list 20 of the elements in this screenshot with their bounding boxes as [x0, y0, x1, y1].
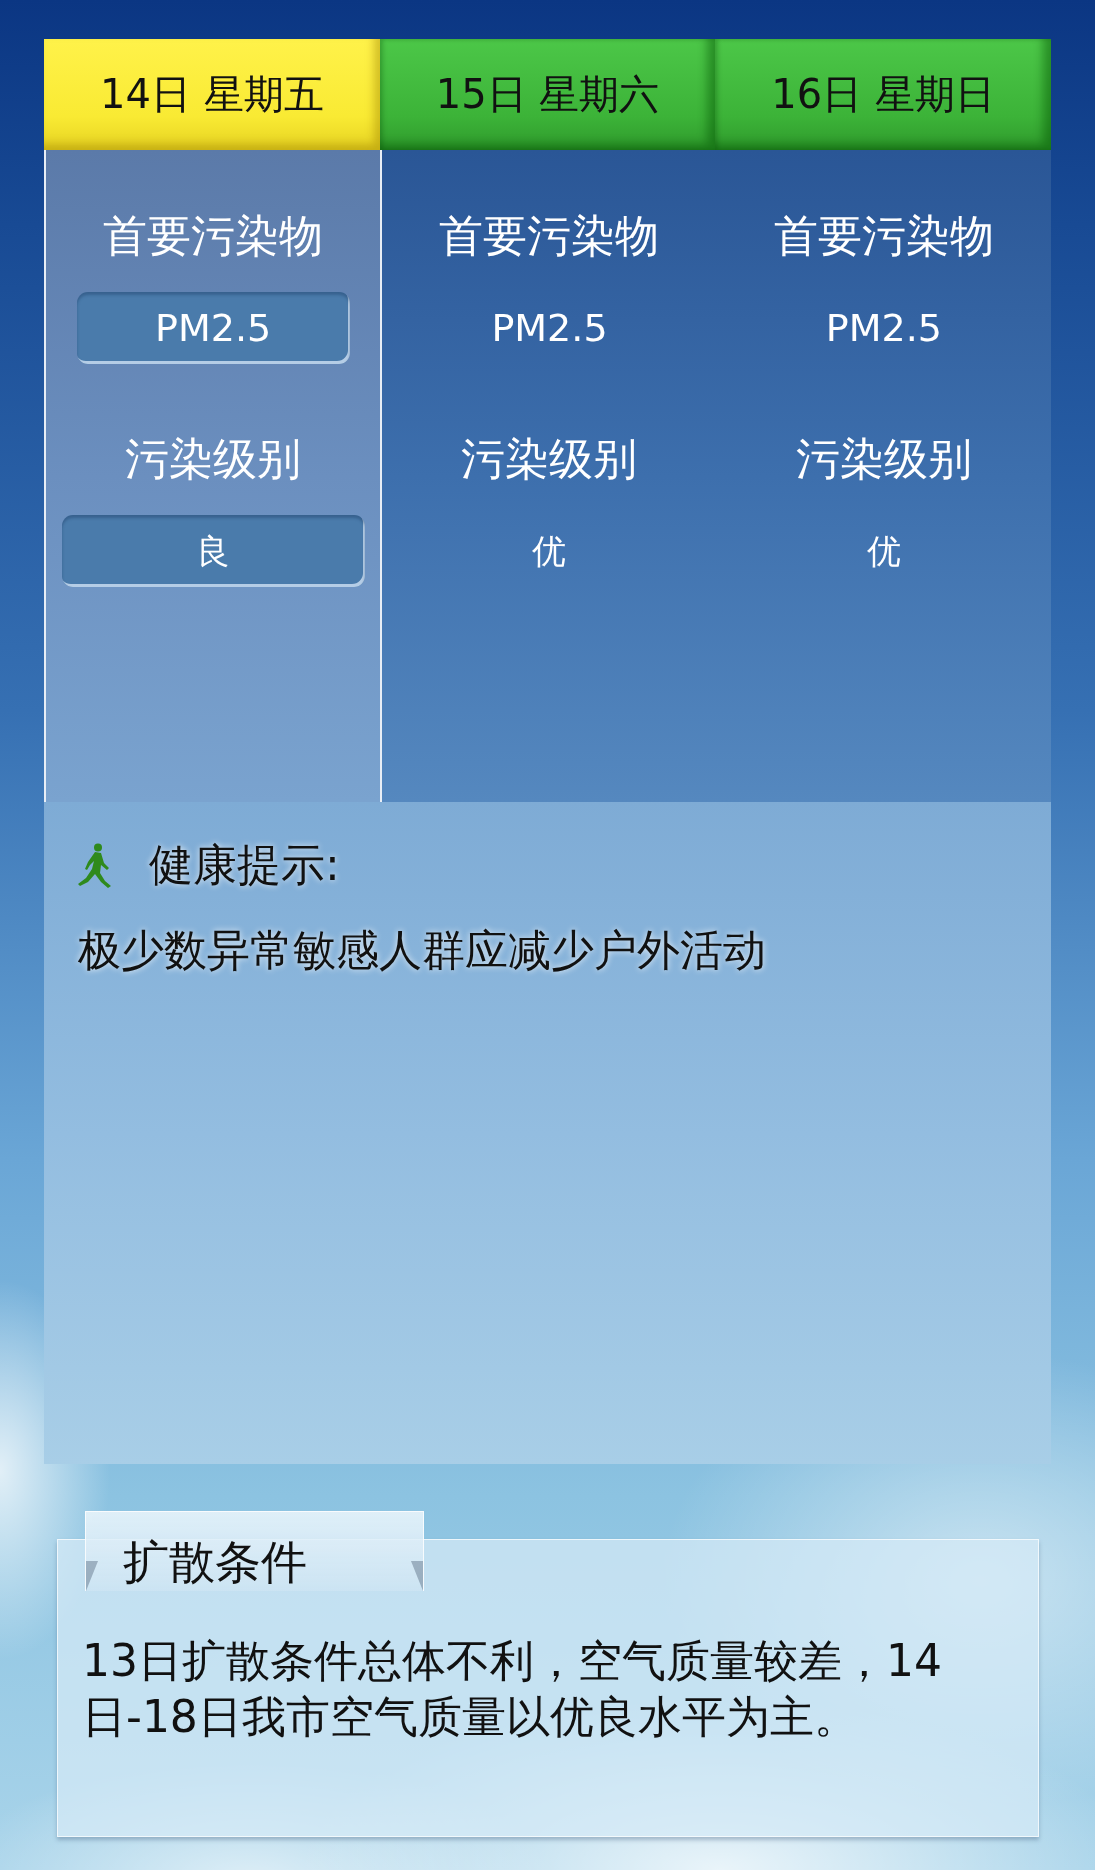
- health-tip-title: 健康提示:: [149, 840, 340, 890]
- grade-label: 污染级别: [125, 432, 302, 485]
- dispersion-heading: 扩散条件: [85, 1511, 424, 1591]
- grade-value: 优: [532, 530, 567, 573]
- pollutant-value: PM2.5: [491, 305, 608, 351]
- walking-person-icon: [78, 842, 112, 888]
- pollutant-value: PM2.5: [76, 292, 350, 364]
- pollutant-label: 首要污染物: [103, 209, 324, 262]
- day-tab[interactable]: 15日 星期六: [379, 39, 716, 150]
- day-tab[interactable]: 14日 星期五: [44, 39, 380, 150]
- pollutant-label: 首要污染物: [773, 209, 994, 262]
- grade-label: 污染级别: [795, 432, 972, 485]
- grade-value: 良: [61, 515, 365, 587]
- health-tip-text: 极少数异常敏感人群应减少户外活动: [78, 924, 766, 977]
- pollutant-label: 首要污染物: [439, 209, 660, 262]
- grade-value: 优: [866, 530, 901, 573]
- day-tab[interactable]: 16日 星期日: [715, 39, 1051, 150]
- pollutant-value: PM2.5: [825, 305, 942, 351]
- grade-label: 污染级别: [461, 432, 638, 485]
- dispersion-text: 13日扩散条件总体不利，空气质量较差，14日-18日我市空气质量以优良水平为主。: [82, 1634, 943, 1744]
